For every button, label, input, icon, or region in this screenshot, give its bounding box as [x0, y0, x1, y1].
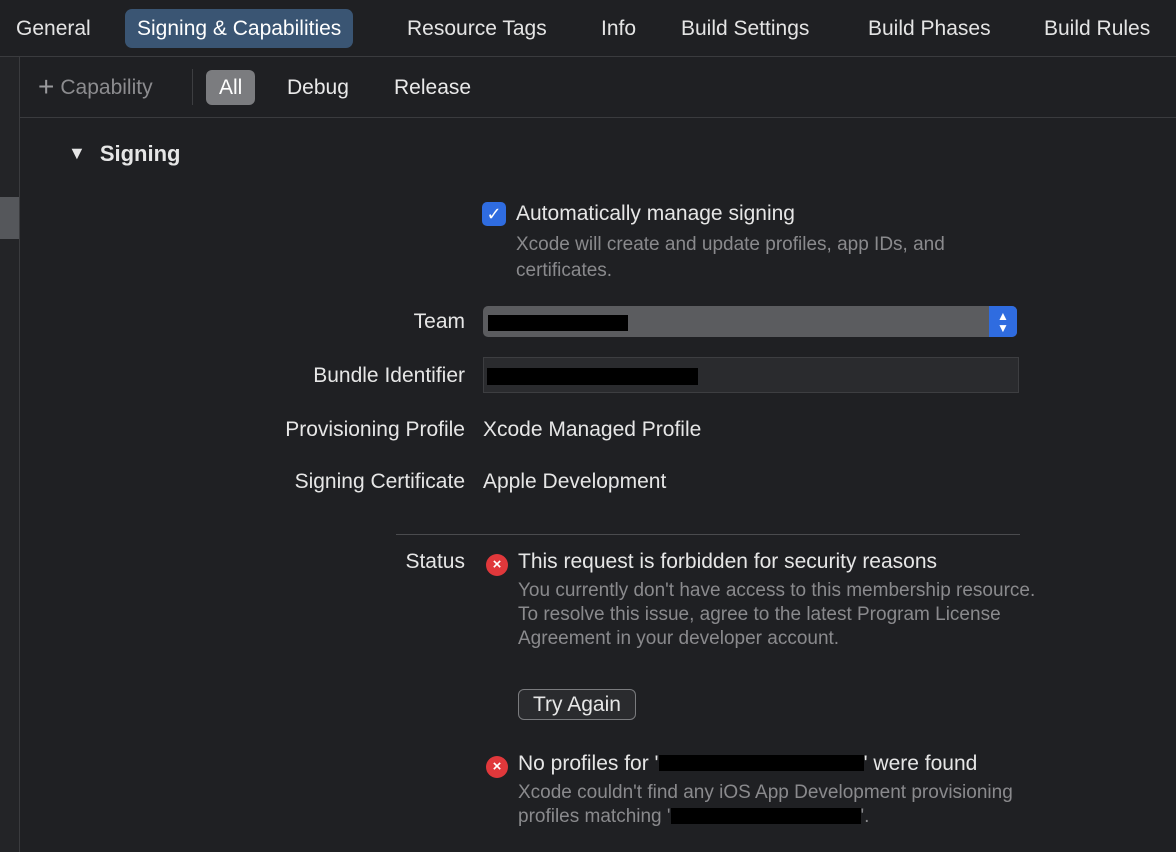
selected-target-indicator[interactable]: [0, 197, 19, 239]
error-icon: ×: [486, 554, 508, 576]
signing-section-title: Signing: [99, 141, 181, 166]
config-debug[interactable]: Debug: [274, 70, 362, 105]
error-icon: ×: [486, 756, 508, 778]
error-no-profiles-description: Xcode couldn't find any iOS App Developm…: [518, 781, 1038, 829]
signing-certificate-value: Apple Development: [483, 470, 667, 493]
redacted-bundle-id: [658, 755, 864, 771]
disclosure-triangle-icon[interactable]: ▼: [68, 143, 86, 164]
error-forbidden-description: You currently don't have access to this …: [518, 580, 1036, 649]
signing-section-header[interactable]: ▼ Signing: [68, 141, 180, 167]
bundle-identifier-label: Bundle Identifier: [313, 364, 465, 387]
error-title-prefix: No profiles for ': [518, 752, 659, 775]
error-desc-suffix: '.: [860, 806, 870, 827]
redacted-bundle-id: [670, 808, 861, 824]
team-popup[interactable]: ▲ ▼: [483, 306, 1017, 337]
targets-sidebar: [0, 57, 20, 852]
config-release[interactable]: Release: [381, 70, 484, 105]
error-title-suffix: ' were found: [863, 752, 978, 775]
editor-tab-bar: General Signing & Capabilities Resource …: [0, 0, 1176, 57]
redacted-team-name: [488, 315, 628, 331]
team-label: Team: [413, 310, 465, 333]
add-capability-button[interactable]: + Capability: [38, 72, 153, 102]
tab-signing-capabilities[interactable]: Signing & Capabilities: [125, 9, 354, 48]
signing-certificate-label: Signing Certificate: [294, 470, 465, 493]
tab-resource-tags[interactable]: Resource Tags: [395, 9, 559, 48]
status-label: Status: [405, 550, 465, 573]
plus-icon: +: [38, 71, 55, 102]
tab-info[interactable]: Info: [589, 9, 648, 48]
tab-build-settings[interactable]: Build Settings: [669, 9, 821, 48]
popup-arrows-icon: ▲ ▼: [989, 306, 1017, 337]
auto-manage-signing-checkbox[interactable]: ✓: [482, 202, 506, 226]
tab-build-phases[interactable]: Build Phases: [856, 9, 1003, 48]
redacted-bundle-id: [487, 368, 698, 385]
error-no-profiles-title: No profiles for ' ' were found: [518, 752, 977, 776]
error-forbidden-title: This request is forbidden for security r…: [518, 550, 938, 573]
provisioning-profile-value: Xcode Managed Profile: [483, 418, 702, 441]
checkmark-icon: ✓: [486, 204, 502, 224]
capability-toolbar: + Capability All Debug Release: [20, 57, 1176, 118]
try-again-button[interactable]: Try Again: [518, 689, 636, 720]
auto-manage-signing-description: Xcode will create and update profiles, a…: [516, 234, 945, 281]
toolbar-divider: [192, 69, 193, 105]
status-divider: [396, 534, 1020, 535]
add-capability-label: Capability: [60, 76, 153, 99]
tab-general[interactable]: General: [4, 9, 103, 48]
provisioning-profile-label: Provisioning Profile: [285, 418, 465, 441]
config-all[interactable]: All: [206, 70, 256, 105]
bundle-identifier-field[interactable]: [483, 357, 1019, 393]
auto-manage-signing-label: Automatically manage signing: [516, 202, 795, 225]
tab-build-rules[interactable]: Build Rules: [1032, 9, 1162, 48]
